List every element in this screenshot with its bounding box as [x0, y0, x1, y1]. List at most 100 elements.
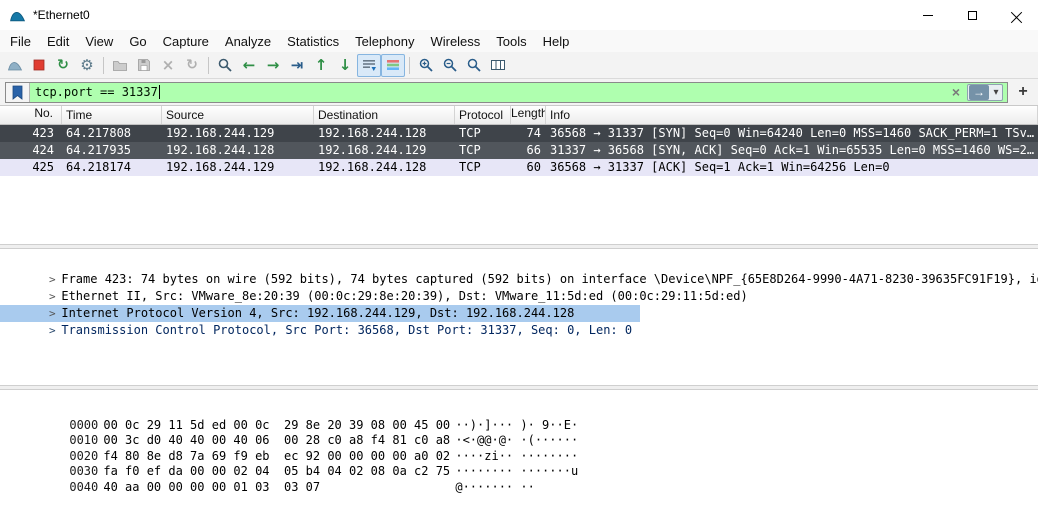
menu-item-edit[interactable]: Edit [39, 32, 77, 51]
go-to-packet-button[interactable]: ⇥ [285, 54, 309, 77]
hex-offset: 0020 [69, 449, 103, 465]
cell-protocol: TCP [455, 142, 511, 159]
add-filter-button[interactable]: + [1013, 82, 1033, 102]
hex-bytes: 40 aa 00 00 00 00 01 03 03 07 [103, 480, 455, 496]
find-packet-button[interactable] [213, 54, 237, 77]
search-icon [217, 57, 233, 73]
cell-length: 60 [511, 159, 546, 176]
save-file-button[interactable] [132, 54, 156, 77]
column-header-no[interactable]: No. [0, 106, 62, 124]
cell-time: 64.218174 [62, 159, 162, 176]
cell-protocol: TCP [455, 159, 511, 176]
go-last-button[interactable]: ↓ [333, 54, 357, 77]
filter-apply-button[interactable]: → [969, 85, 989, 100]
capture-options-button[interactable]: ⚙ [75, 54, 99, 77]
menu-item-help[interactable]: Help [535, 32, 578, 51]
close-file-button[interactable]: × [156, 54, 180, 77]
zoom-out-icon [442, 57, 458, 73]
zoom-reset-button[interactable] [462, 54, 486, 77]
filter-bookmark-button[interactable] [6, 83, 30, 102]
go-back-button[interactable]: ← [237, 54, 261, 77]
cell-no: 424 [0, 142, 62, 159]
packet-details-pane: >Frame 423: 74 bytes on wire (592 bits),… [0, 249, 1038, 385]
reload-button[interactable]: ↻ [180, 54, 204, 77]
folder-icon [112, 57, 128, 73]
packet-row-425[interactable]: 425 64.218174 192.168.244.129 192.168.24… [0, 159, 1038, 176]
hex-bytes: 00 3c d0 40 40 00 40 06 00 28 c0 a8 f4 8… [103, 433, 455, 449]
colorize-icon [385, 57, 401, 73]
auto-scroll-button[interactable] [357, 54, 381, 77]
menu-item-telephony[interactable]: Telephony [347, 32, 422, 51]
menu-item-analyze[interactable]: Analyze [217, 32, 279, 51]
menu-item-file[interactable]: File [2, 32, 39, 51]
column-header-info[interactable]: Info [546, 106, 1038, 124]
column-header-time[interactable]: Time [62, 106, 162, 124]
minimize-button[interactable] [906, 0, 950, 30]
close-button[interactable] [994, 0, 1038, 30]
column-header-destination[interactable]: Destination [314, 106, 455, 124]
packet-bytes-pane: 000000 0c 29 11 5d ed 00 0c 29 8e 20 39 … [0, 390, 1038, 507]
hex-offset: 0010 [69, 433, 103, 449]
filter-bar: tcp.port == 31337 × → ▾ + [0, 79, 1038, 106]
column-header-protocol[interactable]: Protocol [455, 106, 511, 124]
menu-item-go[interactable]: Go [121, 32, 154, 51]
restart-capture-button[interactable]: ↻ [51, 54, 75, 77]
hex-row[interactable]: 000000 0c 29 11 5d ed 00 0c 29 8e 20 39 … [26, 402, 1038, 418]
start-capture-button[interactable] [3, 54, 27, 77]
menu-item-wireless[interactable]: Wireless [422, 32, 488, 51]
packet-row-424[interactable]: 424 64.217935 192.168.244.128 192.168.24… [0, 142, 1038, 159]
cell-no: 423 [0, 125, 62, 142]
go-forward-button[interactable]: → [261, 54, 285, 77]
hex-ascii: ··)·]··· )· 9··E· [455, 418, 578, 432]
menu-item-statistics[interactable]: Statistics [279, 32, 347, 51]
maximize-button[interactable] [950, 0, 994, 30]
cell-no: 425 [0, 159, 62, 176]
stop-capture-button[interactable] [27, 54, 51, 77]
restart-icon: ↻ [57, 58, 69, 72]
title-bar: *Ethernet0 [0, 0, 1038, 30]
expand-arrow-icon[interactable]: > [43, 271, 61, 288]
menu-bar: File Edit View Go Capture Analyze Statis… [0, 30, 1038, 52]
hex-ascii: ····zi·· ········ [455, 449, 578, 463]
filter-clear-button[interactable]: × [947, 84, 965, 100]
close-file-icon: × [162, 58, 175, 73]
menu-item-capture[interactable]: Capture [155, 32, 217, 51]
expand-arrow-icon[interactable]: > [43, 322, 61, 339]
main-toolbar: ↻ ⚙ × ↻ [0, 52, 1038, 79]
resize-columns-button[interactable] [486, 54, 510, 77]
zoom-out-button[interactable] [438, 54, 462, 77]
cell-time: 64.217808 [62, 125, 162, 142]
wireshark-logo-icon [9, 7, 26, 24]
zoom-in-button[interactable] [414, 54, 438, 77]
expand-arrow-icon[interactable]: > [43, 305, 61, 322]
toolbar-separator [409, 57, 410, 74]
cell-info: 36568 → 31337 [SYN] Seq=0 Win=64240 Len=… [546, 125, 1038, 142]
menu-item-tools[interactable]: Tools [488, 32, 534, 51]
open-file-button[interactable] [108, 54, 132, 77]
filter-input[interactable]: tcp.port == 31337 [30, 85, 947, 99]
display-filter-field: tcp.port == 31337 × → ▾ [5, 82, 1008, 103]
zoom-reset-icon [466, 57, 482, 73]
colorize-button[interactable] [381, 54, 405, 77]
detail-line-frame[interactable]: >Frame 423: 74 bytes on wire (592 bits),… [0, 254, 1038, 271]
filter-history-dropdown[interactable]: ▾ [990, 87, 1002, 98]
hex-ascii: @······· ·· [455, 480, 534, 494]
column-header-source[interactable]: Source [162, 106, 314, 124]
column-header-length[interactable]: Length [511, 106, 546, 124]
reload-icon: ↻ [186, 58, 198, 72]
filter-apply-group: → ▾ [967, 84, 1003, 101]
hex-bytes: fa f0 ef da 00 00 02 04 05 b4 04 02 08 0… [103, 464, 455, 480]
toolbar-separator [103, 57, 104, 74]
expand-arrow-icon[interactable]: > [43, 288, 61, 305]
go-first-button[interactable]: ↑ [309, 54, 333, 77]
packet-row-423[interactable]: 423 64.217808 192.168.244.129 192.168.24… [0, 125, 1038, 142]
menu-item-view[interactable]: View [77, 32, 121, 51]
arrow-up-icon: ↑ [315, 58, 328, 73]
hex-ascii: ·<·@@·@· ·(······ [455, 433, 578, 447]
cell-time: 64.217935 [62, 142, 162, 159]
cell-destination: 192.168.244.129 [314, 142, 455, 159]
arrow-down-icon: ↓ [339, 58, 352, 73]
hex-offset: 0000 [69, 418, 103, 434]
toolbar-separator [208, 57, 209, 74]
minimize-icon [923, 15, 933, 16]
